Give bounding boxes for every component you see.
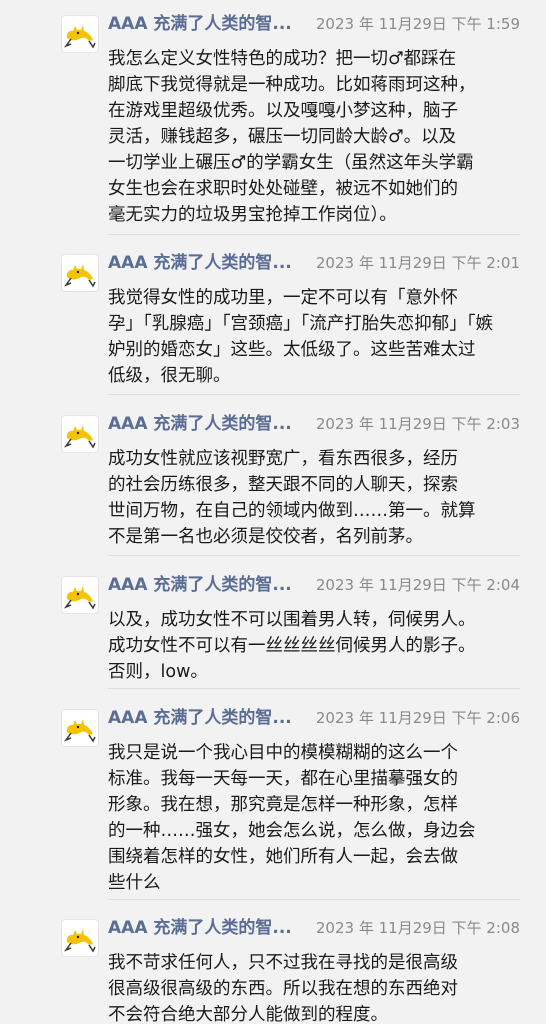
yellow-cat-icon <box>63 719 96 743</box>
avatar[interactable] <box>62 255 98 291</box>
message-text: 成功女性就应该视野宽广，看东西很多，经历 的社会历练很多，整天跟不同的人聊天，探… <box>108 449 476 547</box>
divider <box>108 555 520 556</box>
divider <box>108 688 520 689</box>
timestamp: 2023 年 11月29日 下午 2:08 <box>315 919 520 937</box>
timestamp: 2023 年 11月29日 下午 1:59 <box>315 15 520 33</box>
sender-name[interactable]: AAA 充满了人类的智... <box>108 12 313 36</box>
yellow-cat-icon <box>63 425 96 449</box>
yellow-cat-icon <box>63 586 96 610</box>
sender-name[interactable]: AAA 充满了人类的智... <box>108 412 313 436</box>
avatar[interactable] <box>62 920 98 956</box>
timestamp: 2023 年 11月29日 下午 2:03 <box>315 415 520 433</box>
message-text: 我不苛求任何人，只不过我在寻找的是很高级 很高级很高级的东西。所以我在想的东西绝… <box>108 953 458 1024</box>
message-feed[interactable]: AAA 充满了人类的智... 2023 年 11月29日 下午 1:59 我怎么… <box>0 0 546 1024</box>
avatar[interactable] <box>62 710 98 746</box>
message-text: 我怎么定义女性特色的成功？把一切♂都踩在 脚底下我觉得就是一种成功。比如蒋雨珂这… <box>108 49 476 225</box>
sender-name[interactable]: AAA 充满了人类的智... <box>108 573 313 597</box>
message-text: 我觉得女性的成功里，一定不可以有「意外怀 孕」「乳腺癌」「宫颈癌」「流产打胎失恋… <box>108 288 493 386</box>
message-text: 我只是说一个我心目中的模模糊糊的这么一个 标准。我每一天每一天，都在心里描摹强女… <box>108 743 476 893</box>
yellow-cat-icon <box>63 264 96 288</box>
avatar[interactable] <box>62 416 98 452</box>
timestamp: 2023 年 11月29日 下午 2:06 <box>315 709 520 727</box>
yellow-cat-icon <box>63 929 96 953</box>
message-text: 以及，成功女性不可以围着男人转，伺候男人。 成功女性不可以有一丝丝丝丝伺候男人的… <box>108 610 476 682</box>
divider <box>108 234 520 235</box>
avatar[interactable] <box>62 16 98 52</box>
divider <box>108 394 520 395</box>
sender-name[interactable]: AAA 充满了人类的智... <box>108 251 313 275</box>
divider <box>108 899 520 900</box>
timestamp: 2023 年 11月29日 下午 2:01 <box>315 254 520 272</box>
yellow-cat-icon <box>63 25 96 49</box>
sender-name[interactable]: AAA 充满了人类的智... <box>108 706 313 730</box>
sender-name[interactable]: AAA 充满了人类的智... <box>108 916 313 940</box>
timestamp: 2023 年 11月29日 下午 2:04 <box>315 576 520 594</box>
avatar[interactable] <box>62 577 98 613</box>
